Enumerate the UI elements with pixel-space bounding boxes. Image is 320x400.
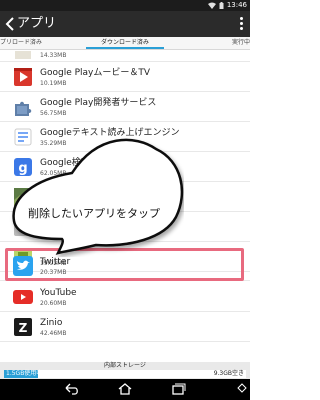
nav-home-icon[interactable] — [117, 382, 133, 396]
app-name: YouTube — [40, 288, 77, 298]
storage-label: 内部ストレージ — [104, 362, 146, 369]
speech-bubble-shape — [12, 138, 184, 255]
wifi-icon — [207, 2, 216, 9]
twitter-icon — [12, 255, 34, 277]
puzzle-icon — [12, 96, 34, 118]
play-movies-icon — [12, 66, 34, 88]
app-size: 20.60MB — [40, 300, 67, 307]
zinio-icon: Z — [12, 316, 34, 338]
app-size: 20.37MB — [40, 269, 67, 276]
app-name: Google Play開発者サービス — [40, 98, 157, 108]
storage-free-text: 9.3GB空き — [213, 370, 244, 377]
maps-icon — [12, 51, 34, 59]
status-time: 13:46 — [226, 1, 247, 9]
svg-text:Z: Z — [19, 321, 28, 335]
app-name: Twitter — [40, 257, 71, 267]
tab-running[interactable]: 実行中 — [232, 37, 250, 49]
battery-icon — [219, 1, 224, 9]
storage-panel: 内部ストレージ 1.5GB使用中 9.3GB空き — [0, 362, 250, 379]
storage-used-text: 1.5GB使用中 — [6, 370, 43, 377]
page-title: アプリ — [17, 16, 57, 31]
list-item[interactable]: Google Play開発者サービス 56.75MB — [0, 92, 250, 122]
list-item[interactable]: Google Playムービー＆TV 10.19MB — [0, 62, 250, 92]
overflow-menu-icon[interactable] — [236, 15, 246, 33]
list-item[interactable]: Z Zinio 42.46MB — [0, 312, 250, 342]
tab-bar: プリロード済み ダウンロード済み 実行中 — [0, 37, 250, 50]
list-item[interactable]: YouTube 20.60MB — [0, 282, 250, 312]
navigation-bar — [0, 379, 250, 400]
app-name: Google Playムービー＆TV — [40, 68, 151, 78]
app-size: 14.33MB — [40, 52, 67, 59]
list-item[interactable]: 14.33MB — [0, 51, 250, 62]
tab-downloaded[interactable]: ダウンロード済み — [80, 37, 170, 49]
callout-text: 削除したいアプリをタップ — [28, 207, 160, 220]
action-bar: アプリ — [0, 11, 250, 37]
status-icons — [207, 1, 224, 10]
youtube-icon — [12, 286, 34, 308]
nav-back-icon[interactable] — [64, 382, 80, 396]
app-size: 56.75MB — [40, 110, 67, 117]
tab-preinstalled[interactable]: プリロード済み — [0, 37, 42, 49]
app-size: 10.19MB — [40, 80, 67, 87]
app-name: Zinio — [40, 318, 63, 328]
nav-recent-apps-icon[interactable] — [170, 382, 186, 396]
nav-menu-icon[interactable] — [237, 383, 247, 393]
back-arrow-icon[interactable] — [3, 14, 17, 34]
status-bar: 13:46 — [0, 0, 250, 11]
app-size: 42.46MB — [40, 330, 67, 337]
callout-bubble: 削除したいアプリをタップ — [6, 127, 184, 257]
